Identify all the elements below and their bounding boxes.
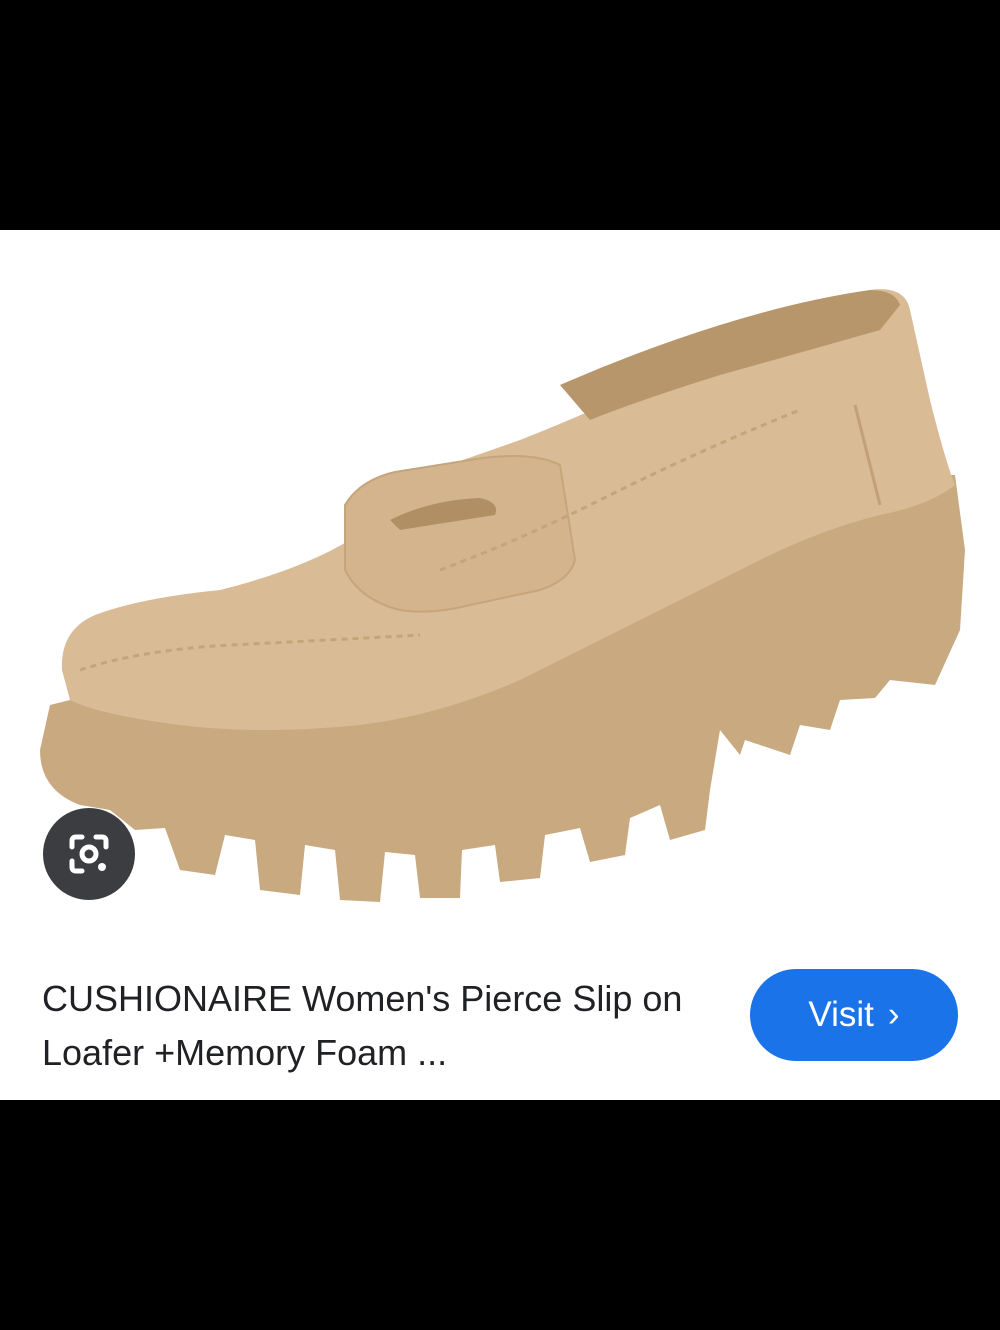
visit-label: Visit [808, 995, 874, 1034]
chevron-right-icon: › [887, 995, 900, 1034]
top-black-bar [0, 0, 1000, 230]
search-result-card: CUSHIONAIRE Women's Pierce Slip on Loafe… [0, 230, 1000, 1100]
google-lens-button[interactable] [43, 808, 135, 900]
product-image[interactable] [0, 230, 1000, 950]
google-lens-icon [69, 834, 109, 874]
bottom-black-bar [0, 1100, 1000, 1330]
penny-strap [344, 455, 577, 613]
result-title[interactable]: CUSHIONAIRE Women's Pierce Slip on Loafe… [42, 972, 722, 1080]
visit-button[interactable]: Visit › [750, 969, 958, 1061]
